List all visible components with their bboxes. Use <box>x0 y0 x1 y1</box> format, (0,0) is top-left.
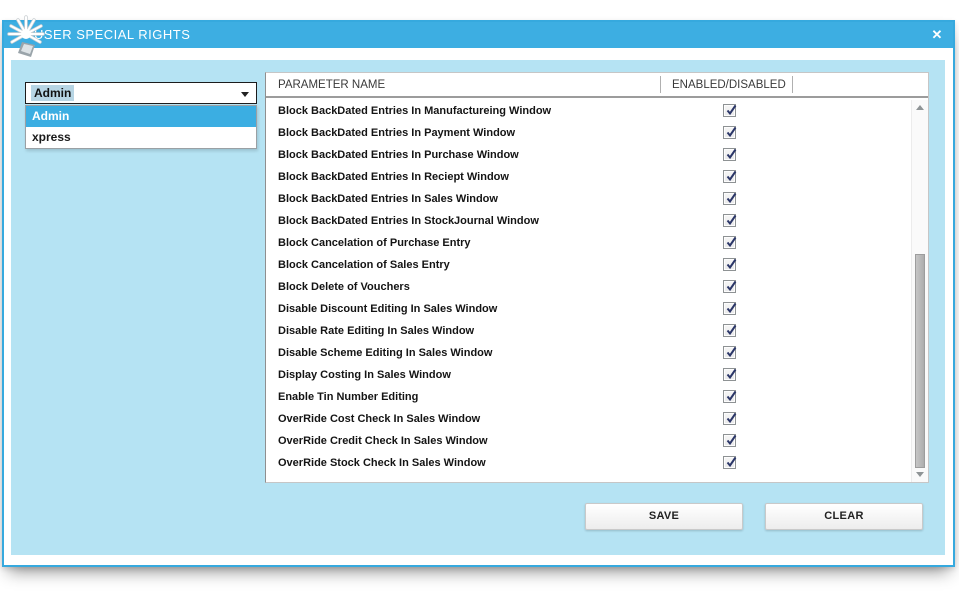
column-header-parameter-name: PARAMETER NAME <box>278 73 385 98</box>
checkmark-icon <box>725 192 738 205</box>
table-row[interactable]: Disable Rate Editing In Sales Window <box>266 320 911 342</box>
checkmark-icon <box>725 214 738 227</box>
row-parameter-name: Disable Scheme Editing In Sales Window <box>278 342 492 364</box>
row-checkbox[interactable] <box>723 214 736 227</box>
row-parameter-name: OverRide Stock Check In Sales Window <box>278 452 486 474</box>
table-row[interactable]: Block BackDated Entries In Purchase Wind… <box>266 144 911 166</box>
row-checkbox[interactable] <box>723 258 736 271</box>
checkmark-icon <box>725 126 738 139</box>
combobox-value: Admin <box>31 85 74 101</box>
dropdown-option[interactable]: xpress <box>26 127 256 148</box>
table-row[interactable]: Block BackDated Entries In Reciept Windo… <box>266 166 911 188</box>
table-row[interactable]: Enable Tin Number Editing <box>266 386 911 408</box>
row-checkbox[interactable] <box>723 126 736 139</box>
clear-button[interactable]: CLEAR <box>765 503 923 530</box>
checkmark-icon <box>725 324 738 337</box>
user-special-rights-window: USER SPECIAL RIGHTS ✕ <box>2 20 955 567</box>
checkmark-icon <box>725 104 738 117</box>
table-row[interactable]: OverRide Credit Check In Sales Window <box>266 430 911 452</box>
scroll-down-icon[interactable] <box>916 472 924 477</box>
titlebar: USER SPECIAL RIGHTS ✕ <box>4 22 953 48</box>
table-row[interactable]: OverRide Stock Check In Sales Window <box>266 452 911 474</box>
checkmark-icon <box>725 302 738 315</box>
checkmark-icon <box>725 170 738 183</box>
table-body: Block BackDated Entries In Manufacturein… <box>266 100 911 482</box>
row-parameter-name: OverRide Credit Check In Sales Window <box>278 430 488 452</box>
table-row[interactable]: Display Costing In Sales Window <box>266 364 911 386</box>
row-parameter-name: Block Delete of Vouchers <box>278 276 410 298</box>
scroll-thumb[interactable] <box>915 254 925 468</box>
dropdown-option[interactable]: Admin <box>26 106 256 127</box>
table-row[interactable]: OverRide Cost Check In Sales Window <box>266 408 911 430</box>
row-parameter-name: Disable Discount Editing In Sales Window <box>278 298 497 320</box>
table-row[interactable]: Block Delete of Vouchers <box>266 276 911 298</box>
table-row[interactable]: Block BackDated Entries In Manufacturein… <box>266 100 911 122</box>
window-title: USER SPECIAL RIGHTS <box>34 22 190 48</box>
checkmark-icon <box>725 412 738 425</box>
row-parameter-name: Block BackDated Entries In Manufacturein… <box>278 100 551 122</box>
row-checkbox[interactable] <box>723 434 736 447</box>
rights-table: PARAMETER NAME ENABLED/DISABLED Block Ba… <box>265 72 929 483</box>
row-checkbox[interactable] <box>723 104 736 117</box>
table-header: PARAMETER NAME ENABLED/DISABLED <box>266 73 928 98</box>
checkmark-icon <box>725 236 738 249</box>
row-checkbox[interactable] <box>723 302 736 315</box>
row-checkbox[interactable] <box>723 390 736 403</box>
row-checkbox[interactable] <box>723 170 736 183</box>
row-checkbox[interactable] <box>723 192 736 205</box>
table-row[interactable]: Block Cancelation of Sales Entry <box>266 254 911 276</box>
row-checkbox[interactable] <box>723 280 736 293</box>
checkmark-icon <box>725 346 738 359</box>
row-checkbox[interactable] <box>723 236 736 249</box>
row-checkbox[interactable] <box>723 456 736 469</box>
table-row[interactable]: Block BackDated Entries In Payment Windo… <box>266 122 911 144</box>
vertical-scrollbar[interactable] <box>911 100 928 482</box>
row-parameter-name: Display Costing In Sales Window <box>278 364 451 386</box>
checkmark-icon <box>725 258 738 271</box>
table-row[interactable]: Disable Scheme Editing In Sales Window <box>266 342 911 364</box>
close-icon[interactable]: ✕ <box>928 25 946 45</box>
row-checkbox[interactable] <box>723 346 736 359</box>
save-button[interactable]: SAVE <box>585 503 743 530</box>
header-divider <box>660 76 661 93</box>
checkmark-icon <box>725 148 738 161</box>
row-checkbox[interactable] <box>723 148 736 161</box>
checkmark-icon <box>725 280 738 293</box>
content-panel: Admin Admin xpress PARAMETER NAME ENABLE… <box>11 60 945 555</box>
table-row[interactable]: Disable Discount Editing In Sales Window <box>266 298 911 320</box>
app-logo-icon <box>0 14 56 60</box>
row-parameter-name: Block BackDated Entries In Sales Window <box>278 188 498 210</box>
scroll-up-icon[interactable] <box>916 105 924 110</box>
checkmark-icon <box>725 390 738 403</box>
header-divider <box>792 76 793 93</box>
row-parameter-name: Block BackDated Entries In Reciept Windo… <box>278 166 509 188</box>
row-checkbox[interactable] <box>723 324 736 337</box>
user-dropdown-list: Admin xpress <box>25 105 257 149</box>
row-parameter-name: Disable Rate Editing In Sales Window <box>278 320 474 342</box>
checkmark-icon <box>725 434 738 447</box>
column-header-enabled-disabled: ENABLED/DISABLED <box>672 73 786 98</box>
dropdown-arrow-icon[interactable] <box>241 92 249 97</box>
row-checkbox[interactable] <box>723 412 736 425</box>
row-parameter-name: Block Cancelation of Purchase Entry <box>278 232 471 254</box>
table-row[interactable]: Block BackDated Entries In Sales Window <box>266 188 911 210</box>
table-row[interactable]: Block BackDated Entries In StockJournal … <box>266 210 911 232</box>
row-checkbox[interactable] <box>723 368 736 381</box>
checkmark-icon <box>725 368 738 381</box>
row-parameter-name: Block BackDated Entries In Purchase Wind… <box>278 144 519 166</box>
table-row[interactable]: Block Cancelation of Purchase Entry <box>266 232 911 254</box>
row-parameter-name: Enable Tin Number Editing <box>278 386 418 408</box>
row-parameter-name: Block Cancelation of Sales Entry <box>278 254 450 276</box>
row-parameter-name: Block BackDated Entries In StockJournal … <box>278 210 539 232</box>
row-parameter-name: Block BackDated Entries In Payment Windo… <box>278 122 515 144</box>
row-parameter-name: OverRide Cost Check In Sales Window <box>278 408 480 430</box>
user-combobox[interactable]: Admin <box>25 82 257 104</box>
checkmark-icon <box>725 456 738 469</box>
